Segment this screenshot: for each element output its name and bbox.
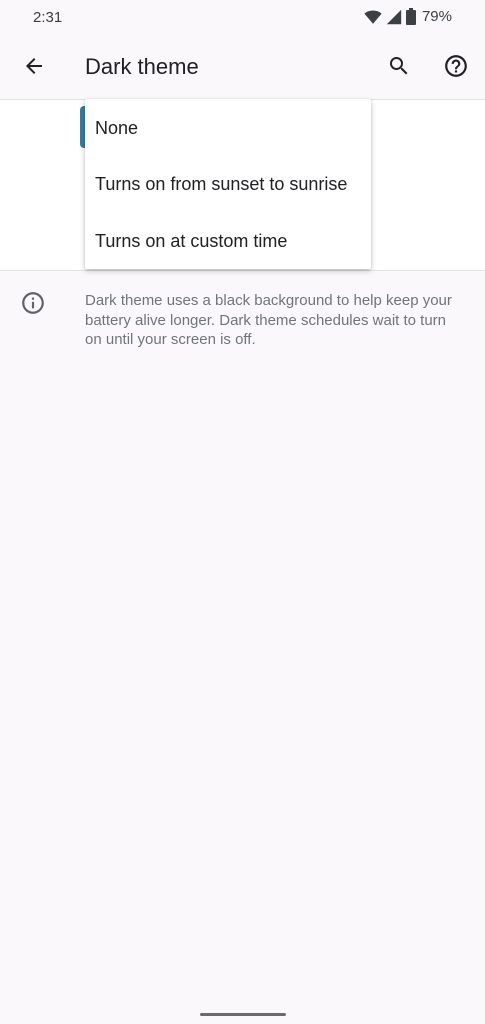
app-bar: Dark theme — [0, 36, 485, 100]
status-time: 2:31 — [33, 9, 63, 26]
status-bar: 2:31 79% — [0, 0, 485, 36]
search-icon — [387, 54, 411, 83]
menu-item-sunset-to-sunrise[interactable]: Turns on from sunset to sunrise — [85, 156, 371, 212]
menu-item-custom-time[interactable]: Turns on at custom time — [85, 213, 371, 269]
battery-icon — [405, 8, 416, 25]
arrow-back-icon — [22, 54, 46, 83]
help-icon — [443, 53, 469, 84]
page-title: Dark theme — [85, 54, 199, 79]
battery-percentage: 79% — [421, 8, 452, 25]
signal-icon — [386, 9, 402, 25]
wifi-icon — [364, 9, 382, 25]
info-text: Dark theme uses a black background to he… — [85, 292, 452, 348]
menu-item-none[interactable]: None — [85, 100, 371, 156]
help-button[interactable] — [436, 48, 476, 88]
info-icon — [20, 290, 46, 321]
search-button[interactable] — [379, 48, 419, 88]
back-button[interactable] — [14, 48, 54, 88]
schedule-dropdown-menu: None Turns on from sunset to sunrise Tur… — [85, 99, 371, 269]
home-gesture-bar[interactable] — [200, 1013, 286, 1016]
status-icons: 79% — [364, 8, 452, 25]
